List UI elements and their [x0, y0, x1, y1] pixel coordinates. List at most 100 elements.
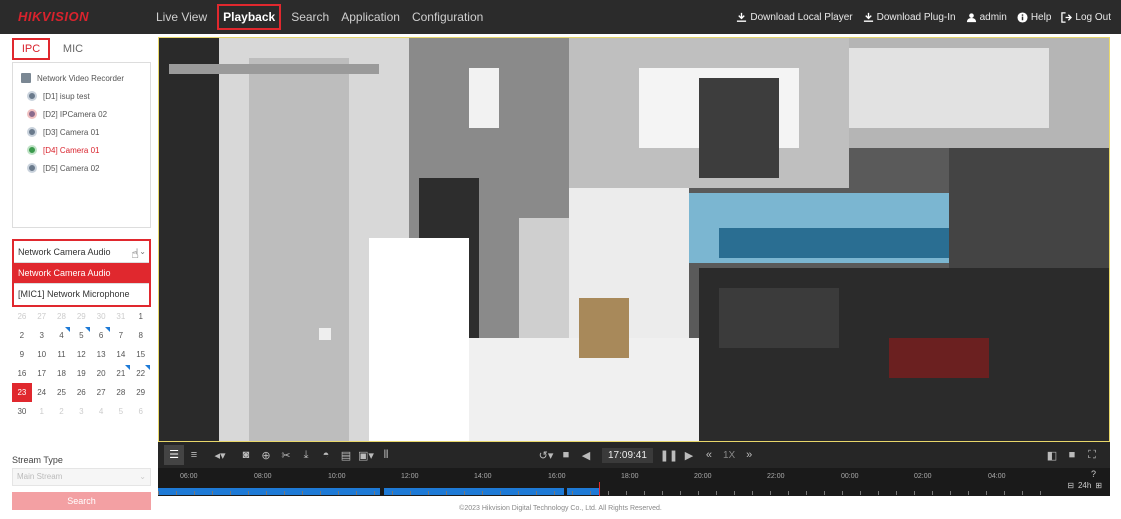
calendar-day[interactable]: 11	[52, 345, 72, 364]
speed-up-icon[interactable]: »	[739, 449, 759, 461]
slow-down-icon[interactable]: «	[699, 449, 719, 461]
calendar-day-recorded[interactable]: 4	[52, 326, 72, 345]
tree-camera-d5[interactable]: [D5] Camera 02	[13, 159, 150, 177]
help-link[interactable]: Help	[1017, 11, 1051, 23]
calendar-day[interactable]: 18	[52, 364, 72, 383]
calendar-day-selected[interactable]: 23	[12, 383, 32, 402]
capture-icon[interactable]: ◙	[236, 449, 256, 461]
nav-playback[interactable]: Playback	[213, 0, 285, 34]
main-nav: Live View Playback Search Application Co…	[150, 0, 489, 34]
calendar-day[interactable]: 16	[12, 364, 32, 383]
timeline-label: 20:00	[694, 473, 712, 480]
calendar-day[interactable]: 1	[32, 402, 52, 421]
calendar-day[interactable]: 6	[131, 402, 151, 421]
timeline-cursor[interactable]	[599, 482, 600, 496]
calendar-day[interactable]: 20	[91, 364, 111, 383]
calendar-day-recorded[interactable]: 21	[111, 364, 131, 383]
calendar-day[interactable]: 3	[71, 402, 91, 421]
calendar-day[interactable]: 26	[12, 307, 32, 326]
tab-mic[interactable]: MIC	[54, 38, 92, 60]
help-icon[interactable]: ?	[1091, 469, 1096, 479]
calendar-day[interactable]: 28	[52, 307, 72, 326]
zoom-icon[interactable]: ⊕	[256, 449, 276, 462]
calendar-day-recorded[interactable]: 6	[91, 326, 111, 345]
calendar-day[interactable]: 5	[111, 402, 131, 421]
tree-camera-d1[interactable]: [D1] isup test	[13, 87, 150, 105]
audio-option-network-camera[interactable]: Network Camera Audio	[14, 263, 149, 283]
download-local-player-link[interactable]: Download Local Player	[736, 12, 853, 23]
calendar-day[interactable]: 4	[91, 402, 111, 421]
window-icon[interactable]: ◧	[1042, 449, 1062, 462]
logout-label: Log Out	[1075, 11, 1111, 23]
calendar-day[interactable]: 29	[71, 307, 91, 326]
calendar-day[interactable]: 14	[111, 345, 131, 364]
window-mode-icon[interactable]: ▣▾	[356, 449, 376, 462]
download-icon[interactable]: ⤓	[296, 449, 316, 462]
fullscreen-icon[interactable]: ⛶	[1082, 449, 1102, 462]
nav-application[interactable]: Application	[335, 0, 406, 34]
tree-root-nvr[interactable]: Network Video Recorder	[13, 69, 150, 87]
calendar-day[interactable]: 12	[71, 345, 91, 364]
calendar-day[interactable]: 28	[111, 383, 131, 402]
tree-camera-d4[interactable]: [D4] Camera 01	[13, 141, 150, 159]
calendar-day[interactable]: 30	[12, 402, 32, 421]
calendar-day[interactable]: 31	[111, 307, 131, 326]
print-icon[interactable]: ▤	[336, 449, 356, 462]
calendar-day[interactable]: 1	[131, 307, 151, 326]
download-plugin-link[interactable]: Download Plug-In	[863, 12, 956, 23]
next-frame-icon[interactable]: ▶	[679, 449, 699, 462]
timeline-label: 06:00	[180, 473, 198, 480]
adjust-icon[interactable]: ≡	[184, 449, 204, 461]
audio-source-current[interactable]: Network Camera Audio ☝ ⌄	[14, 241, 149, 263]
info-icon	[1017, 11, 1028, 23]
stop-all-icon[interactable]: ■	[1062, 449, 1082, 461]
nav-configuration[interactable]: Configuration	[406, 0, 489, 34]
calendar-day[interactable]: 2	[12, 326, 32, 345]
calendar-day[interactable]: 13	[91, 345, 111, 364]
audio-option-network-microphone[interactable]: [MIC1] Network Microphone	[14, 283, 149, 303]
calendar-day-recorded[interactable]: 22	[131, 364, 151, 383]
zoom-in-icon[interactable]: ⊞	[1095, 481, 1102, 490]
audio-source-select[interactable]: Network Camera Audio ☝ ⌄ Network Camera …	[12, 239, 151, 307]
calendar-day[interactable]: 19	[71, 364, 91, 383]
stream-type-select[interactable]: Main Stream ⌄	[12, 468, 151, 486]
calendar-day[interactable]: 30	[91, 307, 111, 326]
calendar-day[interactable]: 10	[32, 345, 52, 364]
calendar-day[interactable]: 27	[91, 383, 111, 402]
pause-icon[interactable]: ❚❚	[659, 449, 679, 462]
calendar-day[interactable]: 29	[131, 383, 151, 402]
bars-icon[interactable]: ⦀	[376, 449, 396, 462]
prev-frame-icon[interactable]: ◀	[576, 449, 596, 462]
tree-camera-d2[interactable]: [D2] IPCamera 02	[13, 105, 150, 123]
volume-icon[interactable]: ◂▾	[210, 449, 230, 462]
logout-link[interactable]: Log Out	[1061, 12, 1111, 23]
calendar-day[interactable]: 25	[52, 383, 72, 402]
tab-ipc[interactable]: IPC	[12, 38, 50, 60]
clip-icon[interactable]: ✂	[276, 449, 296, 462]
video-playback-window[interactable]	[158, 37, 1110, 442]
calendar-day[interactable]: 2	[52, 402, 72, 421]
calendar-day[interactable]: 24	[32, 383, 52, 402]
calendar-day[interactable]: 15	[131, 345, 151, 364]
nav-live-view[interactable]: Live View	[150, 0, 213, 34]
calendar-day[interactable]: 27	[32, 307, 52, 326]
device-tabs: IPC MIC	[12, 38, 92, 60]
calendar-day[interactable]: 3	[32, 326, 52, 345]
calendar-day[interactable]: 9	[12, 345, 32, 364]
calendar-day[interactable]: 26	[71, 383, 91, 402]
lock-icon[interactable]: ◓	[316, 449, 336, 461]
calendar-day[interactable]: 17	[32, 364, 52, 383]
calendar-day[interactable]: 7	[111, 326, 131, 345]
calendar-day[interactable]: 8	[131, 326, 151, 345]
logout-icon	[1061, 11, 1073, 23]
zoom-out-icon[interactable]: ⊟	[1067, 481, 1074, 490]
stop-icon[interactable]: ■	[556, 449, 576, 461]
reverse-play-icon[interactable]: ↺▾	[536, 449, 556, 462]
nav-search[interactable]: Search	[285, 0, 335, 34]
timeline[interactable]: 06:00 08:00 10:00 12:00 14:00 16:00 18:0…	[158, 468, 1110, 496]
user-menu[interactable]: admin	[966, 12, 1007, 23]
split-screen-icon[interactable]: ☰	[164, 445, 184, 465]
timeline-zoom-value: 24h	[1077, 481, 1092, 490]
tree-camera-d3[interactable]: [D3] Camera 01	[13, 123, 150, 141]
calendar-day-recorded[interactable]: 5	[71, 326, 91, 345]
